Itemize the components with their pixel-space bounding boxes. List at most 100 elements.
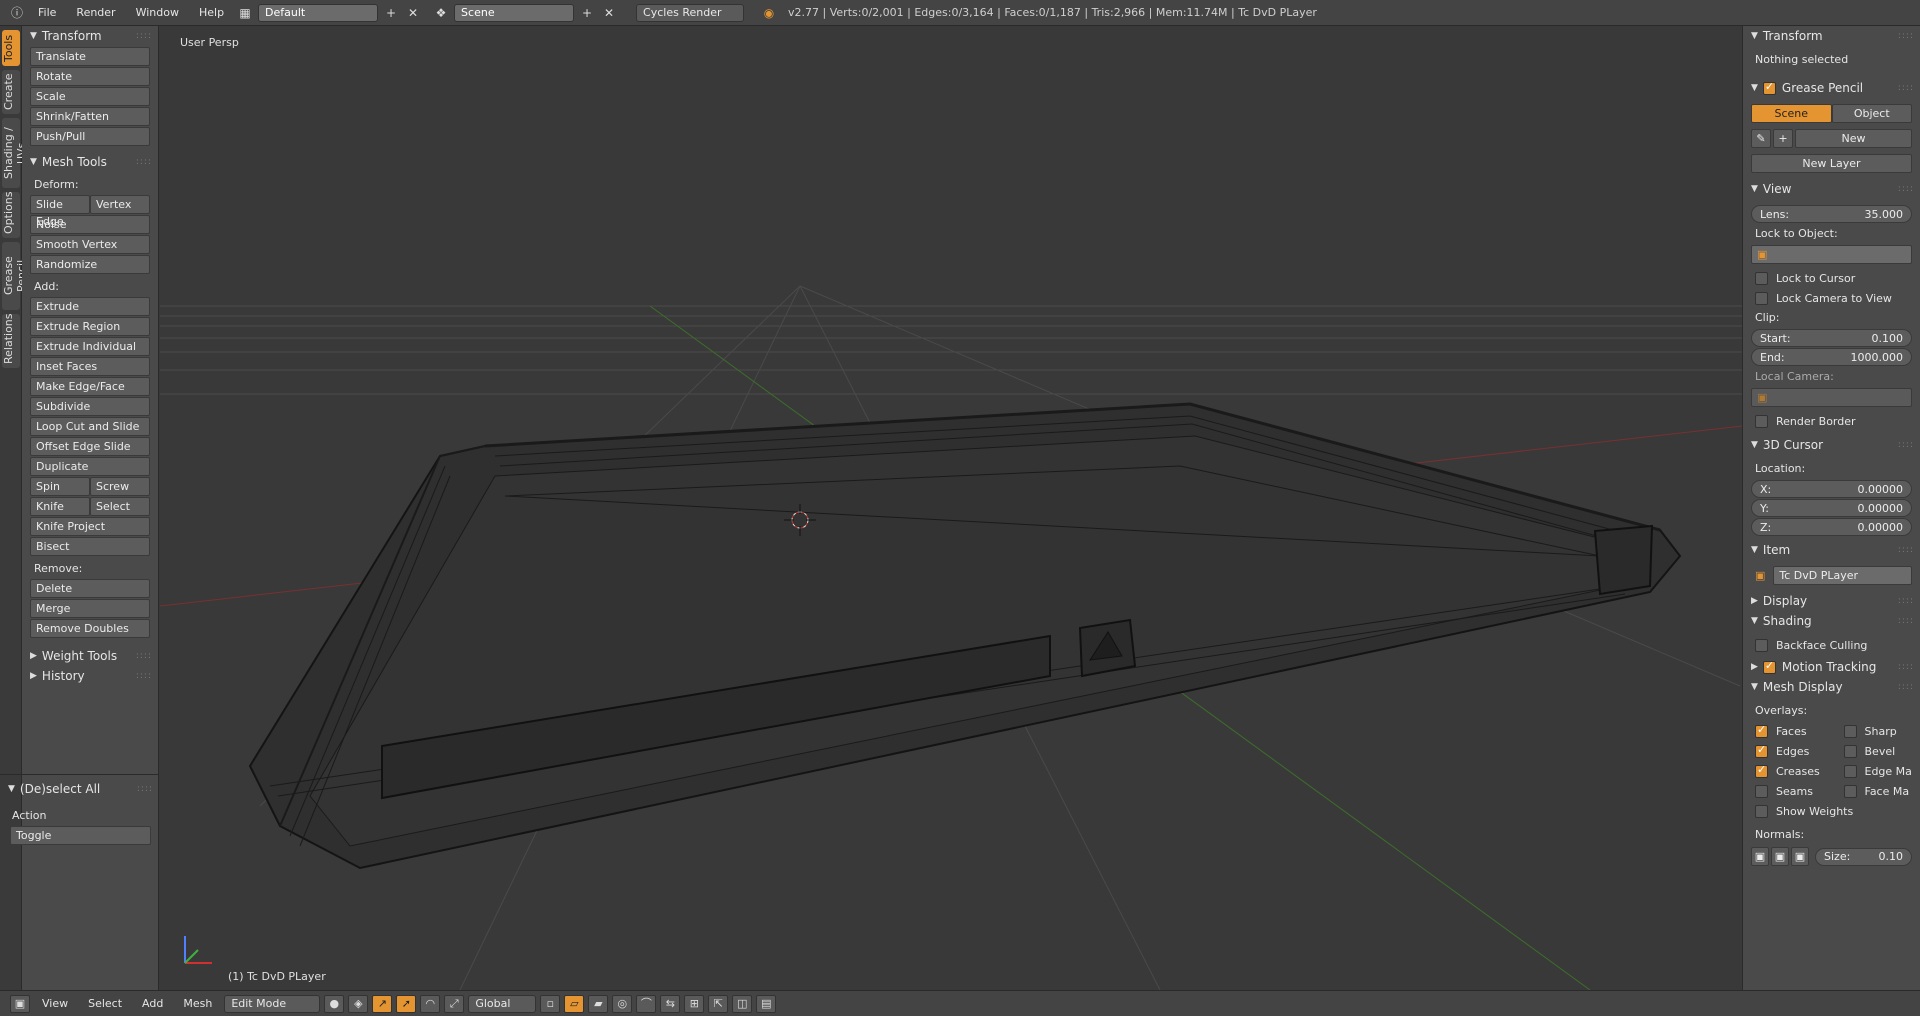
drag-handle-icon[interactable]: :::: [1898,31,1914,41]
drag-handle-icon[interactable]: :::: [136,671,152,681]
bisect-button[interactable]: Bisect [30,537,150,556]
add-scene-icon[interactable]: + [578,4,596,22]
backface-culling-checkbox[interactable] [1755,638,1768,652]
face-normals-icon[interactable]: ▣ [1791,847,1809,866]
split-normals-icon[interactable]: ▣ [1771,847,1789,866]
push-pull-button[interactable]: Push/Pull [30,127,150,146]
face-marks-row[interactable]: Face Ma [1832,781,1920,801]
clip-end-field[interactable]: End: 1000.000 [1751,348,1912,366]
seams-checkbox[interactable] [1755,784,1768,798]
drag-handle-icon[interactable]: :::: [1898,662,1914,672]
clip-start-field[interactable]: Start: 0.100 [1751,329,1912,347]
orientation-select[interactable]: Global [468,994,537,1013]
vertex-slide-button[interactable]: Vertex [90,195,150,214]
menu-help[interactable]: Help [191,0,232,26]
seams-row[interactable]: Seams [1743,781,1832,801]
scene-toggle-button[interactable]: Scene [1751,104,1832,123]
render-border-checkbox[interactable] [1755,414,1768,428]
extrude-menu[interactable]: Extrude [30,297,150,316]
drag-handle-icon[interactable]: :::: [1898,184,1914,194]
bevel-checkbox[interactable] [1843,744,1857,758]
proportional-edit-icon[interactable]: ◎ [612,994,633,1013]
make-edge-face-button[interactable]: Make Edge/Face [30,377,150,396]
shading-panel-header[interactable]: ▼ Shading :::: [1743,611,1920,631]
remove-doubles-button[interactable]: Remove Doubles [30,619,150,638]
3d-cursor-panel-header[interactable]: ▼ 3D Cursor :::: [1743,435,1920,455]
editor-type-icon[interactable]: ▣ [10,994,30,1013]
tab-relations[interactable]: Relations [2,313,20,368]
edges-row[interactable]: Edges [1743,741,1832,761]
merge-menu[interactable]: Merge [30,599,150,618]
render-border-row[interactable]: Render Border [1743,411,1920,431]
cursor-z-field[interactable]: Z: 0.00000 [1751,518,1912,536]
menu-add[interactable]: Add [134,991,171,1016]
edges-checkbox[interactable] [1755,743,1768,758]
transform-panel-header[interactable]: ▼ Transform :::: [1743,26,1920,46]
drag-handle-icon[interactable]: :::: [136,157,152,167]
rotate-button[interactable]: Rotate [30,67,150,86]
knife-project-button[interactable]: Knife Project [30,517,150,536]
lock-to-cursor-row[interactable]: Lock to Cursor [1743,268,1920,288]
creases-checkbox[interactable] [1755,763,1768,778]
menu-select[interactable]: Select [80,991,130,1016]
3d-viewport[interactable]: User Persp (1) Tc DvD PLayer [160,26,1742,990]
menu-file[interactable]: File [30,0,64,26]
add-screen-icon[interactable]: + [382,4,400,22]
drag-handle-icon[interactable]: :::: [1898,616,1914,626]
sharp-row[interactable]: Sharp [1832,721,1920,741]
scale-button[interactable]: Scale [30,87,150,106]
smooth-vertex-button[interactable]: Smooth Vertex [30,235,150,254]
show-weights-row[interactable]: Show Weights [1743,801,1920,821]
tab-create[interactable]: Create [2,70,20,114]
pencil-icon[interactable]: ✎ [1751,129,1771,148]
snap-element-icon[interactable]: ⇆ [660,994,681,1013]
vertex-select-icon[interactable]: ▫ [540,994,561,1013]
new-grease-pencil-button[interactable]: New [1795,129,1912,148]
drag-handle-icon[interactable]: :::: [136,31,152,41]
vertex-normals-icon[interactable]: ▣ [1751,847,1769,866]
scene-field[interactable]: Scene [454,3,575,22]
mode-select[interactable]: Edit Mode [224,994,321,1013]
menu-render[interactable]: Render [68,0,123,26]
normals-size-field[interactable]: Size: 0.10 [1815,847,1912,866]
show-weights-checkbox[interactable] [1755,804,1768,818]
dvd-player-mesh[interactable] [248,402,1682,870]
screen-layout-field[interactable]: Default [258,3,379,22]
item-panel-header[interactable]: ▼ Item :::: [1743,540,1920,560]
edge-marks-checkbox[interactable] [1843,764,1857,778]
new-layer-button[interactable]: New Layer [1751,154,1912,173]
scene-icon[interactable]: ❖ [432,4,450,22]
mesh-tools-panel-header[interactable]: ▼ Mesh Tools :::: [22,152,158,172]
mesh-display-panel-header[interactable]: ▼ Mesh Display :::: [1743,677,1920,697]
offset-edge-slide-button[interactable]: Offset Edge Slide [30,437,150,456]
bevel-row[interactable]: Bevel [1832,741,1920,761]
motion-tracking-panel-header[interactable]: ▶ Motion Tracking :::: [1743,657,1920,677]
lock-to-cursor-checkbox[interactable] [1755,271,1768,285]
opengl-animation-icon[interactable]: ▤ [756,994,777,1013]
manipulator-icon[interactable]: ↗ [372,994,393,1013]
cursor-y-field[interactable]: Y: 0.00000 [1751,499,1912,517]
opengl-render-icon[interactable]: ◫ [732,994,753,1013]
render-engine-select[interactable]: Cycles Render [636,3,745,22]
menu-window[interactable]: Window [128,0,187,26]
edge-select-icon[interactable]: ▱ [564,994,585,1013]
noise-button[interactable]: Noise [30,215,150,234]
menu-mesh[interactable]: Mesh [175,991,220,1016]
drag-handle-icon[interactable]: :::: [1898,545,1914,555]
motion-tracking-checkbox[interactable] [1762,659,1776,674]
tab-tools[interactable]: Tools [2,30,20,66]
lens-field[interactable]: Lens: 35.000 [1751,205,1912,223]
lock-object-field[interactable]: ▣ [1751,245,1912,264]
rotate-manipulator-icon[interactable]: ◠ [420,994,441,1013]
translate-button[interactable]: Translate [30,47,150,66]
shrink-fatten-button[interactable]: Shrink/Fatten [30,107,150,126]
object-toggle-button[interactable]: Object [1831,104,1912,123]
view-panel-header[interactable]: ▼ View :::: [1743,179,1920,199]
drag-handle-icon[interactable]: :::: [1898,83,1914,93]
grease-pencil-panel-header[interactable]: ▼ Grease Pencil :::: [1743,78,1920,98]
render-preview-icon[interactable]: ⊞ [684,994,705,1013]
grease-pencil-checkbox[interactable] [1762,80,1776,95]
remove-scene-icon[interactable]: ✕ [600,4,618,22]
face-select-icon[interactable]: ▰ [588,994,609,1013]
edge-marks-row[interactable]: Edge Ma [1832,761,1920,781]
